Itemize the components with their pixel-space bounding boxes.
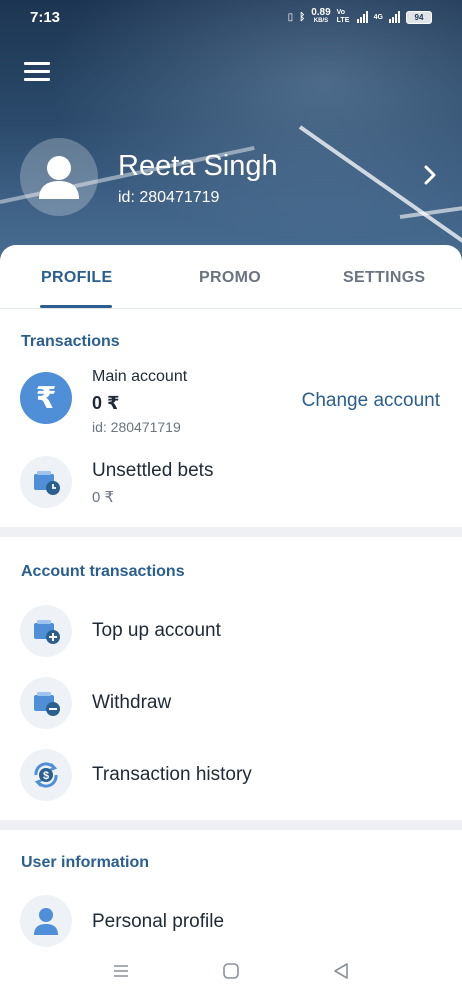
user-name: Reeta Singh — [118, 150, 278, 182]
volte-label: Vo LTE — [336, 9, 350, 24]
speed-readout: 0.89 KB/S — [311, 7, 331, 25]
status-bar: 7:13 ▯ ᛒ 0.89 KB/S Vo LTE 4G 94 — [0, 0, 462, 36]
wallet-plus-icon — [20, 605, 72, 657]
rupee-icon: ₹ — [20, 372, 72, 424]
wallet-clock-icon — [20, 456, 72, 508]
svg-text:$: $ — [43, 770, 49, 782]
top-up-account-label: Top up account — [92, 620, 221, 641]
transaction-history-label: Transaction history — [92, 764, 252, 785]
main-account-amount: 0 ₹ — [92, 393, 120, 413]
tab-promo[interactable]: PROMO — [199, 269, 261, 287]
section-title-transactions: Transactions — [21, 333, 120, 350]
bluetooth-icon: ᛒ — [299, 11, 306, 23]
tab-settings[interactable]: SETTINGS — [343, 269, 425, 287]
avatar[interactable] — [20, 138, 98, 216]
wallet-minus-icon — [20, 677, 72, 729]
user-id: id: 280471719 — [118, 189, 220, 206]
person-icon — [39, 156, 79, 199]
status-time: 7:13 — [30, 9, 61, 26]
network-label: 4G — [373, 13, 383, 21]
profile-header: 7:13 ▯ ᛒ 0.89 KB/S Vo LTE 4G 94 Reeta Si… — [0, 0, 462, 270]
vibrate-icon: ▯ — [287, 11, 294, 23]
main-account-label: Main account — [92, 368, 188, 385]
chevron-right-icon[interactable] — [424, 165, 436, 190]
unsettled-bets-row[interactable]: Unsettled bets 0 ₹ — [0, 452, 462, 514]
withdraw-label: Withdraw — [92, 692, 172, 713]
field-line-decor — [298, 125, 462, 244]
home-icon[interactable] — [222, 962, 240, 985]
unsettled-bets-label: Unsettled bets — [92, 460, 214, 481]
tab-bar: PROFILE PROMO SETTINGS — [0, 245, 462, 309]
system-nav-bar — [0, 950, 462, 1000]
signal-icon — [356, 11, 368, 23]
hamburger-menu-icon[interactable] — [24, 62, 50, 82]
section-divider — [0, 820, 462, 830]
top-up-account-row[interactable]: Top up account — [0, 602, 462, 660]
status-icons: ▯ ᛒ 0.89 KB/S Vo LTE 4G 94 — [288, 8, 432, 26]
signal-icon-2 — [389, 11, 400, 23]
dollar-refresh-icon: $ — [20, 749, 72, 801]
unsettled-bets-amount: 0 ₹ — [92, 489, 115, 506]
transaction-history-row[interactable]: $ Transaction history — [0, 746, 462, 804]
main-account-id: id: 280471719 — [92, 419, 181, 435]
withdraw-row[interactable]: Withdraw — [0, 674, 462, 732]
active-tab-indicator — [40, 305, 112, 308]
back-icon[interactable] — [332, 962, 350, 985]
section-divider — [0, 527, 462, 537]
section-title-user-information: User information — [21, 854, 150, 871]
personal-profile-row[interactable]: Personal profile — [0, 893, 462, 949]
recent-apps-icon[interactable] — [112, 962, 130, 985]
section-title-account-transactions: Account transactions — [21, 563, 185, 580]
person-icon — [20, 895, 72, 947]
tab-profile[interactable]: PROFILE — [41, 269, 112, 287]
battery-icon: 94 — [406, 10, 432, 24]
personal-profile-label: Personal profile — [92, 911, 225, 932]
change-account-link[interactable]: Change account — [302, 390, 440, 412]
